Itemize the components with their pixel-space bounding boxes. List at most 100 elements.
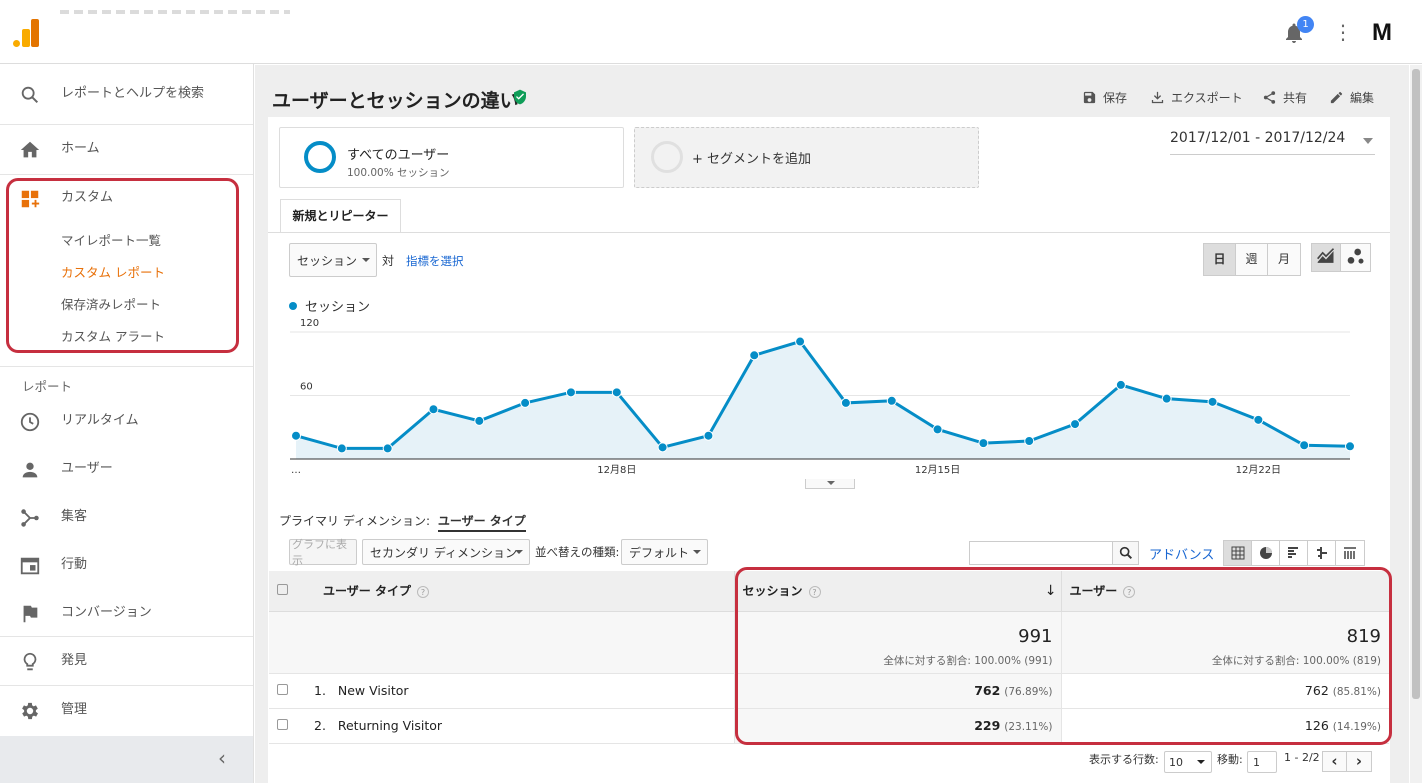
header-checkbox-cell: [269, 571, 297, 612]
data-point: [749, 350, 760, 361]
scrollbar[interactable]: [1410, 65, 1422, 783]
row-index: 1.: [314, 683, 326, 698]
data-point: [1299, 440, 1310, 451]
data-point: [1161, 393, 1172, 404]
sidebar-item-label: 発見: [61, 653, 88, 668]
sidebar-item-behavior[interactable]: 行動: [0, 541, 253, 589]
secondary-dimension-select[interactable]: セカンダリ ディメンション: [362, 539, 530, 565]
add-segment-button[interactable]: + セグメントを追加: [634, 127, 979, 188]
scrollbar-thumb[interactable]: [1412, 69, 1420, 699]
data-table-view-button[interactable]: [1224, 541, 1252, 565]
sidebar: レポートとヘルプを検索 ホーム カスタム マイレポート一覧 カスタム レポート …: [0, 64, 254, 783]
export-button[interactable]: エクスポート: [1150, 89, 1243, 106]
primary-dimension-value[interactable]: ユーザー タイプ: [437, 514, 526, 532]
grid-icon: [1231, 546, 1245, 560]
edit-button[interactable]: 編集: [1329, 89, 1374, 106]
next-page-button[interactable]: ›: [1347, 752, 1371, 771]
chevron-down-icon: [515, 550, 523, 554]
save-button[interactable]: 保存: [1082, 89, 1127, 106]
sidebar-item-label: 行動: [61, 557, 88, 572]
rows-per-page-select[interactable]: 10: [1164, 751, 1212, 773]
sidebar-collapse-button[interactable]: ‹: [0, 736, 253, 783]
choose-metric-link[interactable]: 指標を選択: [406, 253, 464, 269]
sessions-line-chart: 60 120 … 12月8日 12月15日 12月22日: [290, 318, 1355, 476]
sidebar-search[interactable]: レポートとヘルプを検索: [0, 70, 253, 118]
granularity-week[interactable]: 週: [1236, 244, 1268, 275]
date-range-picker[interactable]: 2017/12/01 - 2017/12/24: [1170, 130, 1375, 155]
avatar[interactable]: M: [1366, 17, 1398, 49]
pie-view-button[interactable]: [1252, 541, 1280, 565]
sort-type-select[interactable]: デフォルト: [621, 539, 708, 565]
row-checkbox[interactable]: [277, 719, 288, 730]
sidebar-item-audience[interactable]: ユーザー: [0, 445, 253, 493]
tab-new-vs-returning[interactable]: 新規とリピーター: [280, 199, 401, 233]
sidebar-item-admin[interactable]: 管理: [0, 686, 253, 734]
motion-chart-button[interactable]: [1341, 244, 1370, 271]
home-icon: [20, 141, 40, 158]
metric-select[interactable]: セッション: [289, 243, 377, 277]
bubble-chart-icon: [1347, 248, 1363, 264]
save-icon: [1083, 91, 1096, 104]
rows-per-page-value: 10: [1169, 755, 1183, 769]
primary-dimension-label: プライマリ ディメンション:: [279, 514, 431, 528]
x-tick-label: 12月8日: [597, 464, 636, 476]
more-menu-icon[interactable]: ⋮: [1333, 21, 1353, 45]
row-dimension-link[interactable]: Returning Visitor: [338, 718, 442, 733]
empty-segment-ring-icon: [651, 141, 683, 173]
sidebar-item-label: ホーム: [61, 141, 100, 156]
table-search-input[interactable]: [969, 541, 1139, 565]
row-checkbox-cell: [269, 673, 297, 709]
sidebar-item-conversions[interactable]: コンバージョン: [0, 589, 253, 637]
lightbulb-icon: [23, 652, 37, 671]
data-point: [428, 404, 439, 415]
line-chart-button[interactable]: [1312, 244, 1341, 271]
pie-chart-icon: [1260, 547, 1272, 559]
column-header-user-type[interactable]: ユーザー タイプ?: [297, 571, 734, 612]
chevron-down-icon: [693, 550, 701, 554]
sidebar-item-label: 管理: [61, 702, 88, 717]
y-tick-label: 120: [300, 318, 319, 329]
sidebar-item-home[interactable]: ホーム: [0, 125, 253, 173]
verified-shield-icon: [514, 89, 526, 105]
comparison-icon: [1317, 547, 1327, 559]
share-button[interactable]: 共有: [1262, 89, 1307, 106]
row-checkbox[interactable]: [277, 684, 288, 695]
performance-view-button[interactable]: [1280, 541, 1308, 565]
account-selector-mask[interactable]: [58, 14, 336, 62]
advanced-filter-link[interactable]: アドバンス: [1149, 544, 1214, 563]
chart-collapse-toggle[interactable]: [805, 479, 855, 489]
legend-label: セッション: [305, 300, 371, 315]
page-range: 1 - 2/2: [1284, 751, 1320, 764]
search-icon: [21, 86, 39, 104]
sidebar-item-discover[interactable]: 発見: [0, 637, 253, 685]
sidebar-item-acquisition[interactable]: 集客: [0, 493, 253, 541]
select-all-checkbox[interactable]: [277, 583, 288, 595]
segment-sub: 100.00% セッション: [347, 167, 450, 179]
rows-per-page-label: 表示する行数:: [1089, 753, 1159, 766]
divider: [0, 366, 253, 367]
data-point: [1345, 441, 1355, 452]
chevron-down-icon: [362, 258, 370, 262]
analytics-logo[interactable]: [13, 19, 39, 47]
comparison-view-button[interactable]: [1308, 541, 1336, 565]
chart-legend: セッション: [289, 296, 370, 315]
vs-label: 対: [382, 254, 395, 268]
goto-page-input[interactable]: 1: [1247, 751, 1277, 773]
chevron-down-icon: [827, 481, 835, 485]
help-icon[interactable]: ?: [416, 586, 429, 599]
pencil-icon: [1330, 91, 1343, 104]
previous-page-button[interactable]: ‹: [1323, 752, 1347, 771]
row-dimension-link[interactable]: New Visitor: [338, 683, 409, 698]
gear-icon: [22, 702, 38, 720]
granularity-month[interactable]: 月: [1268, 244, 1300, 275]
clock-icon: [20, 412, 40, 432]
granularity-day[interactable]: 日: [1204, 244, 1236, 275]
plot-rows-button[interactable]: グラフに表示: [289, 538, 357, 567]
granularity-toggle: 日 週 月: [1203, 243, 1301, 276]
sidebar-item-realtime[interactable]: リアルタイム: [0, 397, 253, 445]
reports-section-label: レポート: [22, 379, 73, 394]
data-point: [291, 430, 301, 441]
table-search-button[interactable]: [1112, 542, 1138, 564]
export-label: エクスポート: [1171, 91, 1243, 105]
pivot-view-button[interactable]: [1336, 541, 1364, 565]
